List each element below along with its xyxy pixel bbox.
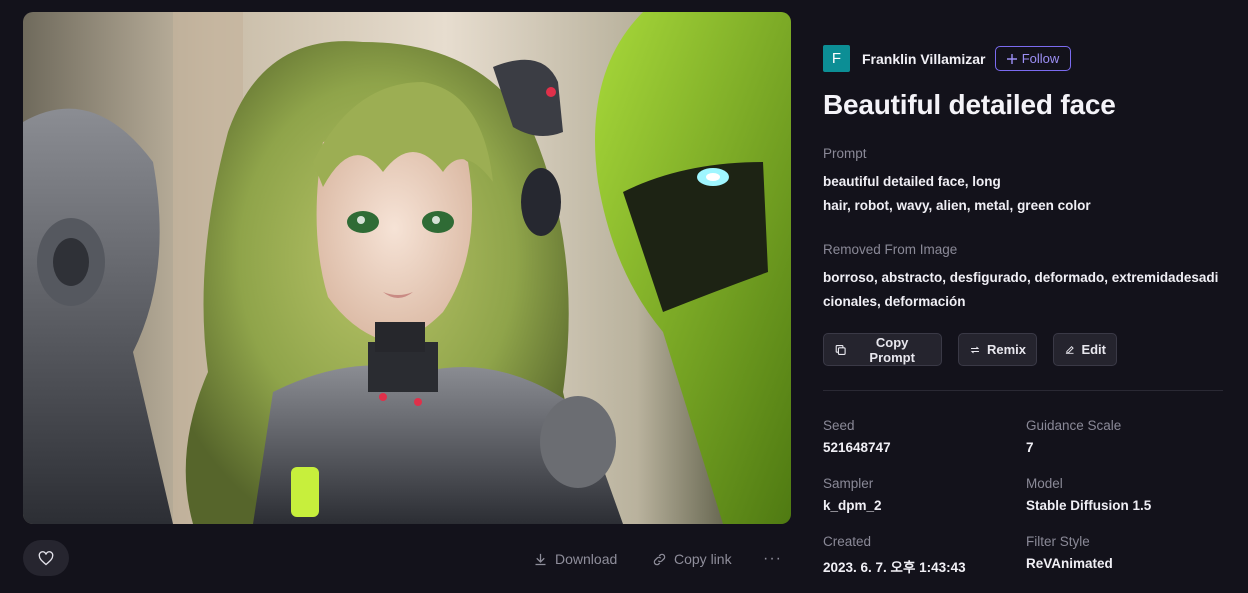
- seed-value: 521648747: [823, 440, 891, 455]
- model-label: Model: [1026, 476, 1063, 491]
- copy-link-button[interactable]: Copy link: [652, 546, 732, 572]
- download-label: Download: [555, 551, 618, 567]
- prompt-text: beautiful detailed face, long hair, robo…: [823, 170, 1123, 218]
- filter-style-label: Filter Style: [1026, 534, 1090, 549]
- avatar-initial: F: [831, 50, 842, 67]
- follow-label: Follow: [1021, 51, 1060, 66]
- heart-icon: [38, 550, 54, 565]
- image-title: Beautiful detailed face: [823, 89, 1116, 120]
- more-options-button[interactable]: ···: [763, 546, 782, 572]
- plus-icon: [1006, 53, 1017, 64]
- prompt-line-2: hair, robot, wavy, alien, metal, green c…: [823, 198, 1091, 213]
- download-button[interactable]: Download: [533, 546, 617, 572]
- guidance-scale-label: Guidance Scale: [1026, 418, 1122, 433]
- remix-icon: [970, 346, 980, 353]
- prompt-line-1: beautiful detailed face, long: [823, 174, 1001, 189]
- section-divider: [823, 390, 1223, 391]
- generated-image-artwork: [23, 12, 791, 524]
- removed-line-2: cionales, deformación: [823, 294, 966, 309]
- prompt-label: Prompt: [823, 146, 867, 161]
- edit-icon: [1065, 345, 1074, 354]
- removed-label: Removed From Image: [823, 242, 958, 257]
- created-label: Created: [823, 534, 872, 549]
- edit-label: Edit: [1081, 342, 1106, 357]
- author-avatar[interactable]: F: [823, 45, 850, 72]
- link-icon: [653, 553, 666, 565]
- more-icon: ···: [763, 550, 782, 567]
- edit-button[interactable]: Edit: [1053, 333, 1117, 366]
- copy-icon: [835, 344, 846, 355]
- sampler-value: k_dpm_2: [823, 498, 882, 513]
- follow-button[interactable]: Follow: [995, 46, 1071, 71]
- copy-prompt-label: Copy Prompt: [869, 334, 915, 365]
- download-icon: [535, 553, 546, 565]
- model-value: Stable Diffusion 1.5: [1026, 498, 1152, 513]
- generated-image[interactable]: [23, 12, 791, 524]
- remix-button[interactable]: Remix: [958, 333, 1037, 366]
- remix-label: Remix: [986, 342, 1026, 357]
- guidance-scale-value: 7: [1026, 440, 1034, 455]
- copy-link-label: Copy link: [674, 551, 732, 567]
- sampler-label: Sampler: [823, 476, 874, 491]
- like-button[interactable]: [23, 540, 69, 576]
- created-value: 2023. 6. 7. 오후 1:43:43: [823, 560, 966, 575]
- filter-style-value: ReVAnimated: [1026, 556, 1113, 571]
- copy-prompt-button[interactable]: Copy Prompt: [823, 333, 942, 366]
- author-name[interactable]: Franklin Villamizar: [862, 51, 985, 67]
- removed-text: borroso, abstracto, desfigurado, deforma…: [823, 266, 1223, 314]
- seed-label: Seed: [823, 418, 855, 433]
- removed-line-1: borroso, abstracto, desfigurado, deforma…: [823, 270, 1219, 285]
